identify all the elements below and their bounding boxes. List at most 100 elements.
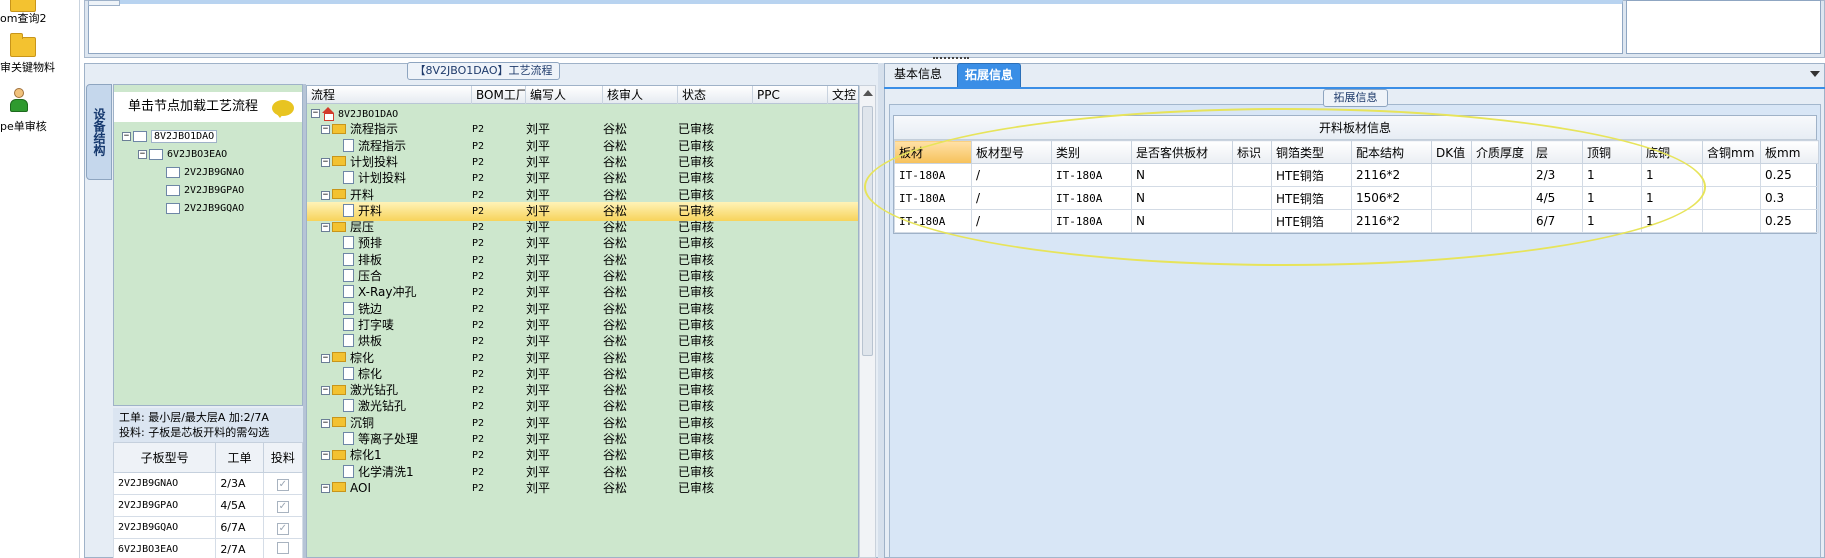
process-name: 棕化 (350, 350, 375, 365)
group-label: 拓展信息 (1323, 89, 1388, 107)
tab-extended-info[interactable]: 拓展信息 (957, 63, 1022, 87)
process-name: 预排 (358, 236, 383, 251)
column-header[interactable]: 介质厚度 (1471, 140, 1532, 164)
checkbox-unchecked[interactable] (276, 542, 289, 554)
drag-grip[interactable] (933, 57, 969, 61)
tree-node-label: 2V2JB9GQAO (184, 203, 245, 214)
column-header[interactable]: 核审人 (603, 86, 678, 104)
launcher-item-key-material[interactable]: 审关键物料 (0, 33, 80, 74)
column-header[interactable]: 板材 (894, 140, 972, 164)
checkbox-checked[interactable]: ✓ (276, 478, 289, 491)
folder-icon (332, 352, 346, 362)
column-header[interactable]: 板mm (1760, 140, 1819, 164)
tab-basic-info[interactable]: 基本信息 (887, 63, 949, 87)
table-row[interactable]: 2V2JB9GPAO 4/5A ✓ (112, 494, 304, 517)
cutting-material-table: 开料板材信息 板材 板材型号 类别 是否客供板材 标识 铜箔类型 配本结构 DK值 介质厚度层顶… (893, 115, 1819, 234)
table-row[interactable]: 6V2JBO3EAO 2/7A (112, 538, 304, 558)
top-side-box (1626, 0, 1821, 54)
cell-feed: ✓ (262, 472, 304, 495)
table-cell: IT-180A (894, 209, 972, 233)
column-header[interactable]: 配本结构 (1351, 140, 1432, 164)
column-header[interactable]: BOM工厂 (472, 86, 526, 104)
process-name: 化学清洗1 (358, 464, 414, 479)
launcher-strip: om查询2 审关键物料 pe单审核 (0, 0, 80, 558)
collapse-icon[interactable]: − (321, 353, 330, 363)
collapse-icon[interactable]: − (321, 451, 330, 461)
launcher-item-review[interactable]: pe单审核 (0, 88, 80, 133)
tree-node[interactable]: − 8V2JBO1DAO (122, 128, 244, 146)
table-row[interactable]: IT-180A / IT-180A N HTE铜箔 2116*2 2/3 1 1 0.25 (894, 163, 1819, 187)
process-row[interactable]: − AOI P2 刘平 谷松 已审核 (307, 479, 858, 498)
tree-node[interactable]: − 6V2JBO3EAO (122, 146, 244, 164)
table-cell: 0.3 (1760, 186, 1819, 210)
checkbox-checked[interactable]: ✓ (276, 500, 289, 513)
cell-order: 2/3A (215, 472, 264, 495)
process-name: 激光钻孔 (350, 383, 399, 398)
column-header[interactable]: 投料 (262, 442, 304, 473)
column-header[interactable]: 是否客供板材 (1131, 140, 1233, 164)
collapse-icon[interactable]: − (138, 149, 147, 159)
scroll-up-icon[interactable] (863, 90, 873, 96)
table-row[interactable]: 2V2JB9GNAO 2/3A ✓ (112, 472, 304, 495)
collapse-icon[interactable]: − (321, 125, 330, 135)
top-handle[interactable] (88, 0, 120, 6)
column-header[interactable]: DK值 (1431, 140, 1472, 164)
scroll-thumb[interactable] (862, 106, 873, 356)
column-header[interactable]: 标识 (1232, 140, 1272, 164)
checkbox-checked[interactable]: ✓ (276, 522, 289, 535)
collapse-icon[interactable]: − (311, 109, 320, 118)
table-cell: 1 (1582, 209, 1642, 233)
process-name: 计划投料 (350, 154, 399, 169)
column-header[interactable]: 底铜 (1641, 140, 1703, 164)
table-cell: 1 (1641, 186, 1703, 210)
collapse-icon[interactable]: − (321, 418, 330, 428)
document-icon (343, 301, 354, 315)
column-header[interactable]: 编写人 (526, 86, 603, 104)
vertical-tab-equipment[interactable]: 设备结构 (86, 84, 112, 180)
column-header[interactable]: 流程 (307, 86, 472, 104)
collapse-icon[interactable]: − (321, 157, 330, 167)
collapse-icon[interactable]: − (321, 483, 330, 493)
launcher-item-query[interactable]: om查询2 (0, 0, 80, 25)
column-header[interactable]: 状态 (678, 86, 753, 104)
column-header[interactable]: 文控 (828, 86, 858, 104)
table-cell: 0.25 (1760, 209, 1819, 233)
folder-icon (332, 482, 346, 493)
column-header[interactable]: 工单 (215, 442, 264, 473)
top-text-area[interactable] (88, 0, 1623, 54)
process-scrollbar[interactable] (859, 85, 876, 558)
column-header[interactable]: PPC (753, 86, 828, 104)
table-cell (1431, 163, 1472, 187)
document-icon (343, 236, 354, 250)
tree-node[interactable]: 2V2JB9GQAO (122, 200, 244, 218)
tree-node[interactable]: 2V2JB9GNAO (122, 164, 244, 182)
table-row[interactable]: 2V2JB9GQAO 6/7A ✓ (112, 516, 304, 539)
collapse-icon[interactable]: − (321, 190, 330, 200)
column-header[interactable]: 类别 (1051, 140, 1132, 164)
document-icon (343, 269, 354, 282)
column-header[interactable]: 含铜mm (1702, 140, 1761, 164)
process-name: X-Ray冲孔 (358, 285, 417, 300)
folder-icon (332, 123, 346, 134)
table-cell: 2116*2 (1351, 209, 1432, 233)
table-cell: 0.25 (1760, 163, 1819, 187)
column-header[interactable]: 板材型号 (971, 140, 1052, 164)
process-name: 等离子处理 (358, 432, 419, 446)
process-name-cell: − AOI (321, 479, 371, 498)
column-header[interactable]: 铜箔类型 (1271, 140, 1352, 164)
table-row[interactable]: IT-180A / IT-180A N HTE铜箔 2116*2 6/7 1 1 0.25 (894, 209, 1819, 233)
column-header[interactable]: 子板型号 (112, 442, 217, 473)
collapse-icon[interactable]: − (321, 223, 330, 233)
info-line: 投料: 子板是芯板开料的需勾选 (119, 426, 270, 439)
collapse-icon[interactable]: − (321, 386, 330, 396)
column-header[interactable]: 顶铜 (1582, 140, 1642, 164)
process-name: 铣边 (358, 301, 383, 316)
table-row[interactable]: IT-180A / IT-180A N HTE铜箔 1506*2 4/5 1 1 0.3 (894, 186, 1819, 210)
table-cell (1232, 209, 1272, 233)
chevron-down-icon[interactable] (1810, 71, 1820, 77)
table-cell: 6/7 (1531, 209, 1583, 233)
column-header[interactable]: 层 (1531, 140, 1583, 164)
collapse-icon[interactable]: − (122, 131, 131, 141)
table-cell: IT-180A (1051, 163, 1132, 187)
tree-node[interactable]: 2V2JB9GPAO (122, 182, 244, 200)
